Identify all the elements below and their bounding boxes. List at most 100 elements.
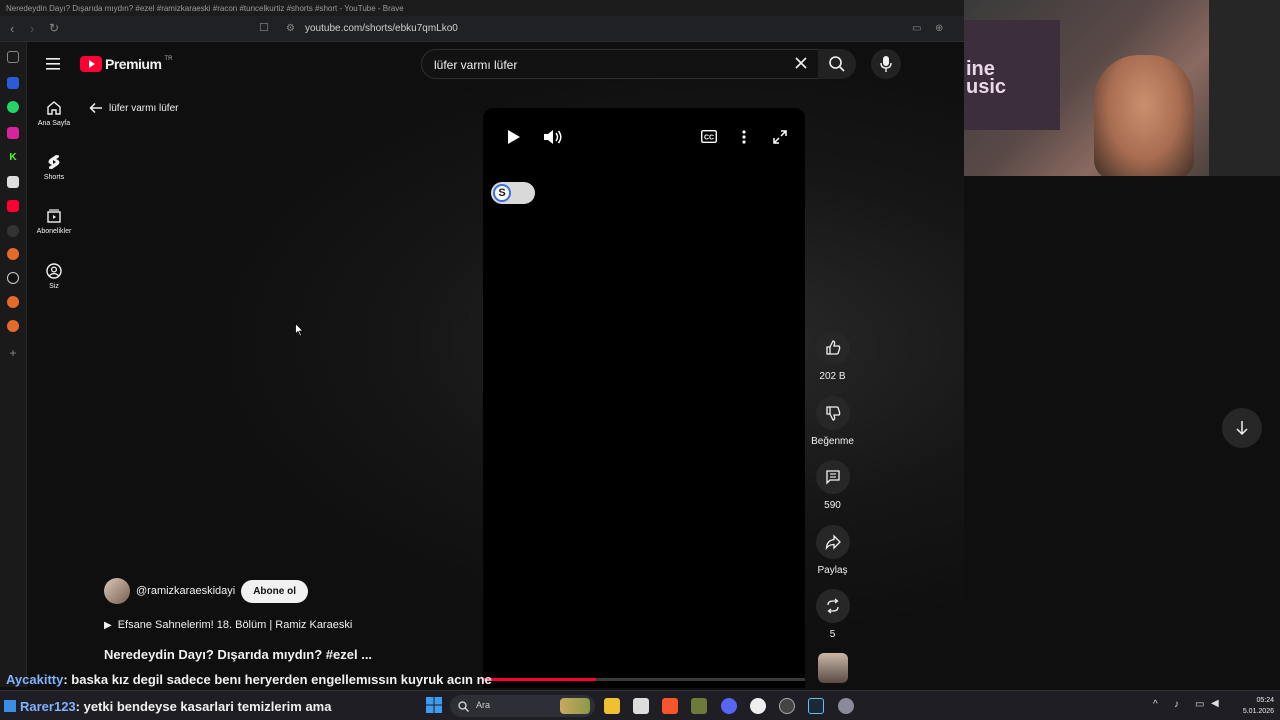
webcam-person: [1094, 55, 1194, 176]
taskbar-search-placeholder: Ara: [476, 700, 491, 710]
kick-icon[interactable]: K: [7, 152, 19, 164]
app-icon[interactable]: [7, 320, 19, 332]
webcam-sign-text: ine usic: [966, 58, 1007, 98]
chat-message: : baska kız degil sadece benı heryerden …: [63, 672, 492, 687]
guide-item-home[interactable]: Ana Sayfa: [27, 100, 81, 127]
search-icon: [829, 56, 845, 72]
comment-icon: [825, 470, 840, 485]
search-highlight-icon: [560, 698, 590, 714]
playlist-link[interactable]: ▶ Efsane Sahnelerim! 18. Bölüm | Ramiz K…: [104, 619, 352, 631]
microphone-icon: [880, 56, 892, 72]
like-count: 202 B: [819, 371, 846, 382]
short-title[interactable]: Neredeydin Dayı? Dışarıda mıydın? #ezel …: [104, 647, 372, 662]
guide-sidebar: Ana Sayfa Shorts Abonelikler Siz: [27, 42, 83, 687]
cast-icon[interactable]: ▭: [912, 23, 921, 34]
like-action[interactable]: 202 B: [810, 331, 855, 382]
app-icon[interactable]: [7, 296, 19, 308]
like-button[interactable]: [815, 331, 850, 365]
fullscreen-button[interactable]: [772, 129, 788, 150]
back-label: lüfer varmı lüfer: [109, 102, 179, 114]
sidebar-toggle-icon[interactable]: [7, 51, 19, 63]
guide-item-subscriptions[interactable]: Abonelikler: [27, 208, 81, 235]
back-link[interactable]: lüfer varmı lüfer: [89, 102, 178, 114]
comments-button[interactable]: [815, 460, 850, 494]
taskbar-search[interactable]: Ara: [450, 695, 595, 717]
remix-action[interactable]: 5: [810, 589, 855, 640]
volume-button[interactable]: [543, 128, 563, 151]
volume-icon: [544, 130, 562, 144]
search-icon: [458, 701, 469, 712]
extension-icon[interactable]: [7, 176, 19, 188]
youtube-icon[interactable]: [7, 200, 19, 212]
youtube-logo[interactable]: Premium TR: [80, 56, 172, 72]
dislike-action[interactable]: Beğenme: [810, 396, 855, 447]
add-icon[interactable]: +: [7, 347, 19, 359]
whatsapp-icon[interactable]: [7, 101, 19, 113]
instagram-icon[interactable]: [7, 127, 19, 139]
app-icon[interactable]: [779, 698, 795, 714]
guide-item-you[interactable]: Siz: [27, 263, 81, 290]
guide-item-label: Abonelikler: [36, 228, 72, 235]
bookmark-icon[interactable]: ☐: [259, 21, 269, 34]
clock[interactable]: 05:24 5.01.2026: [1228, 695, 1274, 717]
steam-icon[interactable]: [808, 698, 824, 714]
mouse-cursor-icon: [295, 322, 304, 342]
chat-badge-icon: [4, 700, 16, 712]
circle-icon[interactable]: [7, 225, 19, 237]
fl-studio-icon[interactable]: [691, 698, 707, 714]
stable-volume-toggle[interactable]: S: [491, 182, 535, 204]
discord-icon[interactable]: [721, 698, 737, 714]
remix-count: 5: [829, 629, 836, 640]
guide-item-shorts[interactable]: Shorts: [27, 154, 81, 181]
play-button[interactable]: [505, 129, 521, 150]
search-input[interactable]: lüfer varmı lüfer: [421, 49, 819, 79]
share-icon: [825, 534, 841, 550]
app-icon[interactable]: [7, 248, 19, 260]
comments-action[interactable]: 590: [810, 460, 855, 511]
address-bar: ‹ › ↻ ☐ ⚙ youtube.com/shorts/ebku7qmLko0…: [0, 16, 964, 42]
shorts-icon: [48, 155, 60, 169]
captions-icon: CC: [700, 129, 718, 144]
zoom-icon[interactable]: ⊕: [935, 23, 943, 34]
brave-icon[interactable]: [662, 698, 678, 714]
mic-tray-icon[interactable]: ♪: [1174, 699, 1179, 710]
webcam-overlay: ine usic: [964, 0, 1280, 176]
guide-item-label: Shorts: [43, 174, 65, 181]
network-icon[interactable]: ▭: [1195, 699, 1204, 710]
youtube-play-logo-icon: [80, 56, 102, 72]
file-explorer-icon[interactable]: [604, 698, 620, 714]
forward-nav-icon[interactable]: ›: [30, 21, 34, 36]
reload-icon[interactable]: ↻: [49, 21, 59, 35]
s-toggle-icon: S: [493, 184, 511, 202]
voice-search-button[interactable]: [871, 49, 901, 79]
captions-button[interactable]: CC: [700, 129, 718, 148]
vpn-icon[interactable]: [7, 77, 19, 89]
share-action[interactable]: Paylaş: [810, 525, 855, 576]
clear-search-icon[interactable]: [794, 56, 808, 75]
next-short-button[interactable]: [1222, 408, 1262, 448]
tiktok-icon[interactable]: [7, 272, 19, 284]
share-button[interactable]: [815, 525, 850, 559]
start-button[interactable]: [426, 697, 442, 718]
shorts-player[interactable]: CC S: [483, 108, 805, 688]
volume-tray-icon[interactable]: ◀: [1211, 698, 1219, 709]
remix-button[interactable]: [815, 589, 850, 623]
tray-chevron-icon[interactable]: ^: [1153, 699, 1158, 710]
browser-sidebar: K +: [0, 42, 27, 687]
clock-time: 05:24: [1256, 697, 1274, 704]
search-button[interactable]: [818, 49, 856, 79]
channel-name[interactable]: @ramizkaraeskidayi: [136, 585, 235, 597]
subscribe-button[interactable]: Abone ol: [241, 579, 308, 603]
more-vertical-icon: [742, 130, 746, 144]
site-info-icon[interactable]: ⚙: [286, 23, 295, 34]
store-icon[interactable]: [633, 698, 649, 714]
more-button[interactable]: [741, 129, 747, 150]
url-field[interactable]: youtube.com/shorts/ebku7qmLko0: [305, 23, 458, 34]
back-nav-icon[interactable]: ‹: [10, 21, 14, 36]
dislike-button[interactable]: [815, 396, 850, 430]
settings-icon[interactable]: [838, 698, 854, 714]
obs-icon[interactable]: [750, 698, 766, 714]
share-label: Paylaş: [817, 565, 848, 576]
channel-avatar[interactable]: [104, 578, 130, 604]
play-small-icon: ▶: [104, 619, 112, 631]
